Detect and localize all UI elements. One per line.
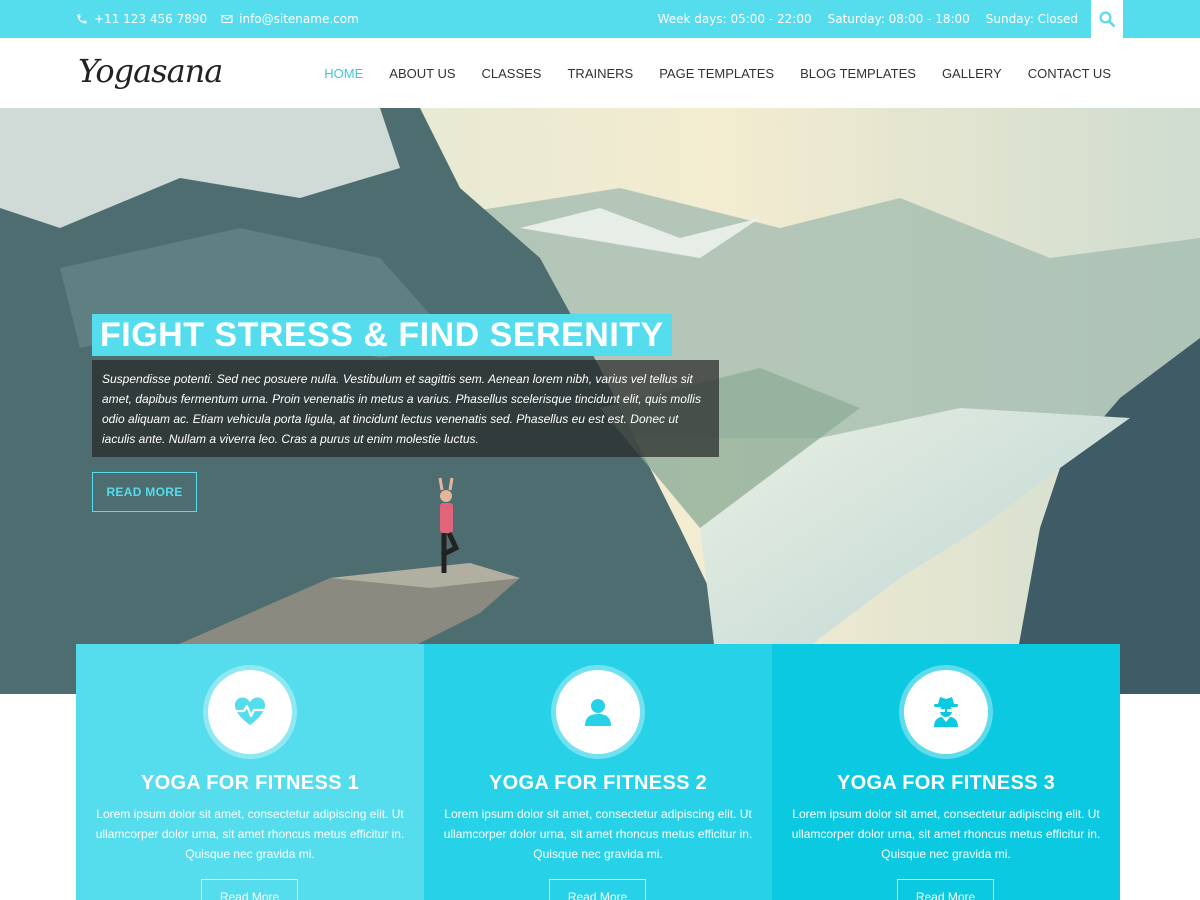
site-header: Yogasana HOME ABOUT US CLASSES TRAINERS … (0, 38, 1200, 108)
search-button[interactable] (1091, 0, 1123, 38)
hero-banner: FIGHT STRESS & FIND SERENITY Suspendisse… (0, 108, 1200, 694)
feature-icon-circle (904, 670, 988, 754)
feature-title: YOGA FOR FITNESS 3 (836, 772, 1056, 794)
feature-title: YOGA FOR FITNESS 1 (140, 772, 360, 794)
hours-weekdays: Week days: 05:00 - 22:00 (657, 12, 812, 26)
hero-description: Suspendisse potenti. Sed nec posuere nul… (92, 360, 719, 457)
feature-description: Lorem ipsum dolor sit amet, consectetur … (443, 807, 753, 861)
heartbeat-icon (235, 697, 265, 725)
feature-card-1: YOGA FOR FITNESS 1 Lorem ipsum dolor sit… (76, 644, 424, 900)
feature-title: YOGA FOR FITNESS 2 (488, 772, 708, 794)
hours-saturday: Saturday: 08:00 - 18:00 (827, 12, 970, 26)
feature-read-more-button[interactable]: Read More (897, 879, 994, 900)
search-icon (1099, 11, 1116, 28)
email-item[interactable]: info@sitename.com (221, 12, 359, 26)
user-secret-icon (934, 697, 958, 727)
feature-read-more-button[interactable]: Read More (549, 879, 646, 900)
site-logo[interactable]: Yogasana (78, 52, 223, 90)
feature-icon-circle (208, 670, 292, 754)
user-icon (585, 699, 611, 726)
phone-icon (77, 14, 87, 24)
top-bar: +11 123 456 7890 info@sitename.com Week … (0, 0, 1200, 38)
envelope-icon (221, 15, 233, 23)
feature-icon-circle (556, 670, 640, 754)
email-address: info@sitename.com (239, 12, 359, 26)
feature-description: Lorem ipsum dolor sit amet, consectetur … (95, 807, 405, 861)
hours-sunday: Sunday: Closed (985, 12, 1078, 26)
phone-number: +11 123 456 7890 (94, 12, 208, 26)
feature-read-more-button[interactable]: Read More (201, 879, 298, 900)
hero-read-more-button[interactable]: READ MORE (92, 472, 197, 512)
phone-item[interactable]: +11 123 456 7890 (76, 12, 207, 26)
nav-home[interactable]: HOME (324, 66, 363, 81)
nav-about-us[interactable]: ABOUT US (389, 66, 455, 81)
features-section: YOGA FOR FITNESS 1 Lorem ipsum dolor sit… (76, 644, 1120, 900)
nav-gallery[interactable]: GALLERY (942, 66, 1002, 81)
hero-title: FIGHT STRESS & FIND SERENITY (92, 314, 672, 356)
nav-trainers[interactable]: TRAINERS (567, 66, 633, 81)
feature-card-3: YOGA FOR FITNESS 3 Lorem ipsum dolor sit… (772, 644, 1120, 900)
nav-blog-templates[interactable]: BLOG TEMPLATES (800, 66, 916, 81)
nav-classes[interactable]: CLASSES (482, 66, 542, 81)
feature-description: Lorem ipsum dolor sit amet, consectetur … (791, 807, 1101, 861)
nav-contact-us[interactable]: CONTACT US (1028, 66, 1111, 81)
opening-hours: Week days: 05:00 - 22:00 Saturday: 08:00… (658, 0, 1078, 38)
feature-card-2: YOGA FOR FITNESS 2 Lorem ipsum dolor sit… (424, 644, 772, 900)
main-nav: HOME ABOUT US CLASSES TRAINERS PAGE TEMP… (324, 38, 1111, 108)
nav-page-templates[interactable]: PAGE TEMPLATES (659, 66, 774, 81)
contact-info: +11 123 456 7890 info@sitename.com (76, 0, 359, 38)
